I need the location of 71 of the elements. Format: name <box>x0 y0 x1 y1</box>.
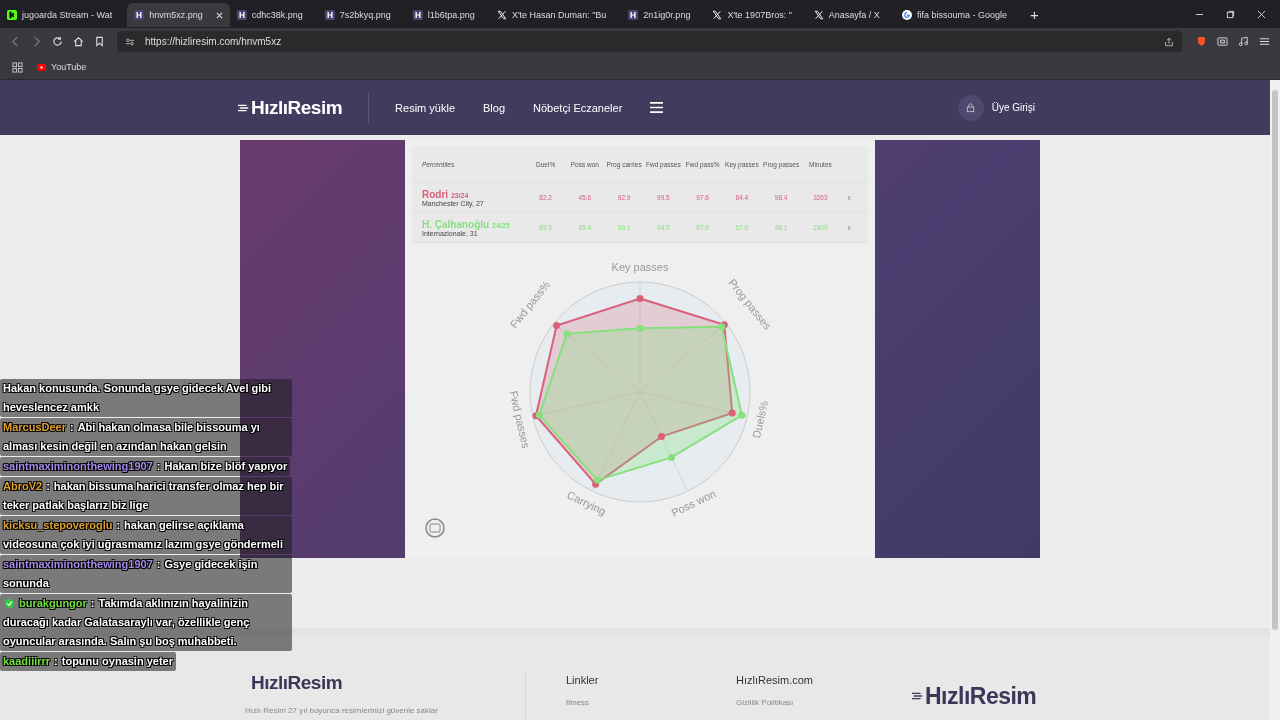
lion-shield-icon[interactable] <box>1196 36 1207 47</box>
footer-logo[interactable]: HızlıResim <box>245 672 343 694</box>
footer-heading: HızlıResim.com <box>736 674 813 686</box>
data-point <box>668 453 675 461</box>
axis-label: Duels% <box>750 399 771 440</box>
address-bar[interactable]: https://hizliresim.com/hnvm5xz <box>117 31 1182 52</box>
forward-icon[interactable] <box>31 36 42 47</box>
music-icon[interactable] <box>1238 36 1249 47</box>
browser-tab[interactable]: X'te 1907Bros: " <box>705 3 807 27</box>
data-point <box>553 321 561 329</box>
nav-link[interactable]: Resim yükle <box>395 101 455 114</box>
data-point <box>636 324 644 332</box>
data-point <box>636 295 644 302</box>
site-icon <box>134 10 145 20</box>
browser-tab[interactable]: l1b6tpa.png <box>405 3 490 27</box>
home-icon[interactable] <box>73 36 84 47</box>
play-icon <box>37 62 46 72</box>
logo-text: HızlıResim <box>925 682 1037 710</box>
site-icon <box>628 10 639 20</box>
browser-tab[interactable]: 7s2bkyq.png <box>317 3 406 27</box>
player-name: H. Çalhanoğlu <box>422 218 490 230</box>
footer-description: Hızlı Resim 27 yıl boyunca resimlerinizi güvenle saklar <box>245 706 438 715</box>
bookmark-link[interactable]: YouTube <box>37 62 87 72</box>
share-icon[interactable] <box>1164 36 1174 47</box>
x-icon <box>496 10 507 20</box>
site-icon <box>412 10 423 20</box>
footer-logo[interactable]: HızlıResim <box>906 672 1037 720</box>
scrollbar[interactable] <box>1270 80 1280 720</box>
chat-message: burakgungor : Takımda aklınızın hayalinizin duracağı kadar Galatasaraylı var, özellikle genç oyuncular arasında. Salın şu boş muhabbeti. <box>0 594 292 651</box>
chat-message: saintmaximinonthewing1907 : Gsye gidecek işin sonunda <box>0 555 292 593</box>
sidebar-icon[interactable] <box>1217 36 1228 47</box>
browser-tab[interactable]: X'te Hasan Duman: "Bu <box>489 3 622 27</box>
browser-tab[interactable]: jugoarda Stream - Wat <box>0 3 128 27</box>
close-icon[interactable] <box>215 11 223 19</box>
kick-icon <box>7 10 17 20</box>
login-link[interactable]: Üye Girişi <box>991 102 1035 113</box>
new-tab-button[interactable]: + <box>1021 5 1047 23</box>
menu-icon[interactable] <box>650 102 664 113</box>
site-settings-icon[interactable] <box>125 36 135 47</box>
data-point <box>738 411 746 419</box>
site-icon <box>236 10 247 20</box>
browser-tab[interactable]: Anasayfa / X <box>806 3 895 27</box>
browser-tab[interactable]: fifa bissouma - Google <box>894 3 1022 27</box>
footer-heading: Linkler <box>566 674 599 686</box>
axis-label: Poss won <box>669 487 718 519</box>
apps-grid-icon[interactable] <box>12 61 23 73</box>
browser-tab[interactable]: 2n1ig0r.png <box>621 3 706 27</box>
google-icon <box>901 10 912 20</box>
watermark-icon <box>425 518 445 538</box>
data-point <box>728 409 736 417</box>
close-icon[interactable] <box>1257 9 1266 19</box>
browser-tab[interactable]: cdhc38k.png <box>229 3 318 27</box>
x-icon <box>712 10 723 20</box>
data-point <box>563 330 571 338</box>
axis-label: Fwd passes <box>507 389 533 450</box>
player-name: Rodri <box>422 188 449 200</box>
browser-tab[interactable]: hnvm5xz.png <box>127 3 230 27</box>
site-icon <box>324 10 335 20</box>
x-icon <box>813 10 824 20</box>
nav-link[interactable]: Blog <box>483 101 506 114</box>
menu-icon[interactable] <box>1259 36 1270 47</box>
chat-message: kaadiiirrr : topunu oynasin yeter <box>0 652 176 671</box>
axis-label: Key passes <box>611 260 669 273</box>
nav-link[interactable]: Nöbetçi Eczaneler <box>533 101 623 114</box>
data-point <box>658 433 665 441</box>
lock-icon[interactable] <box>957 94 984 121</box>
reload-icon[interactable] <box>52 36 63 47</box>
restore-icon[interactable] <box>1226 9 1235 19</box>
bookmark-icon[interactable] <box>94 36 105 47</box>
speed-lines-icon <box>912 690 924 702</box>
back-icon[interactable] <box>10 36 21 47</box>
